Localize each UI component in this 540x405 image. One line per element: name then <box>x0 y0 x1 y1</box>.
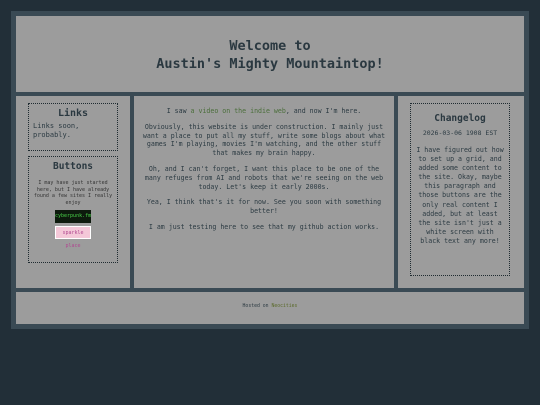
footer: Hosted on Neocities <box>16 292 524 324</box>
left-sidebar: Links Links soon, probably. Buttons I ma… <box>16 96 130 288</box>
intro-text-before: I saw <box>166 107 191 115</box>
buttons-section: Buttons I may have just started here, bu… <box>28 156 118 263</box>
main-text: I saw a video on the indie web, and now … <box>134 96 394 232</box>
links-heading: Links <box>57 108 89 119</box>
refuge-paragraph: Oh, and I can't forget, I want this plac… <box>144 164 384 191</box>
changelog-section: Changelog 2026-03-06 1908 EST I have fig… <box>410 103 510 276</box>
links-text: Links soon, probably. <box>33 122 80 139</box>
neocities-link[interactable]: Neocities <box>271 304 297 309</box>
footer-text: Hosted on Neocities <box>16 304 524 309</box>
sign-off-paragraph: Yea, I think that's it for now. See you … <box>146 198 382 216</box>
page-frame: Welcome to Austin's Mighty Mountaintop! … <box>11 11 529 329</box>
changelog-entry: I have figured out how to set up a grid,… <box>416 146 504 245</box>
github-test-paragraph: I am just testing here to see that my gi… <box>148 222 380 231</box>
site-title-line1: Welcome to <box>229 38 311 54</box>
header: Welcome to Austin's Mighty Mountaintop! <box>16 16 524 92</box>
changelog-heading: Changelog <box>434 113 486 124</box>
intro-paragraph: I saw a video on the indie web, and now … <box>139 107 389 116</box>
changelog-date: 2026-03-06 1908 EST <box>422 129 498 137</box>
main-content: I saw a video on the indie web, and now … <box>134 96 394 288</box>
site-title: Welcome to Austin's Mighty Mountaintop! <box>16 16 524 73</box>
indie-web-video-link[interactable]: a video on the indie web <box>191 107 286 115</box>
intro-text-after: , and now I'm here. <box>285 107 362 115</box>
site-badge-button[interactable]: sparkle place <box>55 226 91 249</box>
site-badge-button[interactable]: cyberpunk.fm <box>55 210 91 224</box>
buttons-text: I may have just started here, but I have… <box>33 180 113 206</box>
buttons-heading: Buttons <box>52 161 94 172</box>
construction-paragraph: Obviously, this website is under constru… <box>142 122 386 158</box>
site-title-line2: Austin's Mighty Mountaintop! <box>156 56 384 72</box>
links-section: Links Links soon, probably. <box>28 103 118 151</box>
right-sidebar: Changelog 2026-03-06 1908 EST I have fig… <box>398 96 524 288</box>
hosted-label: Hosted on <box>242 304 272 309</box>
